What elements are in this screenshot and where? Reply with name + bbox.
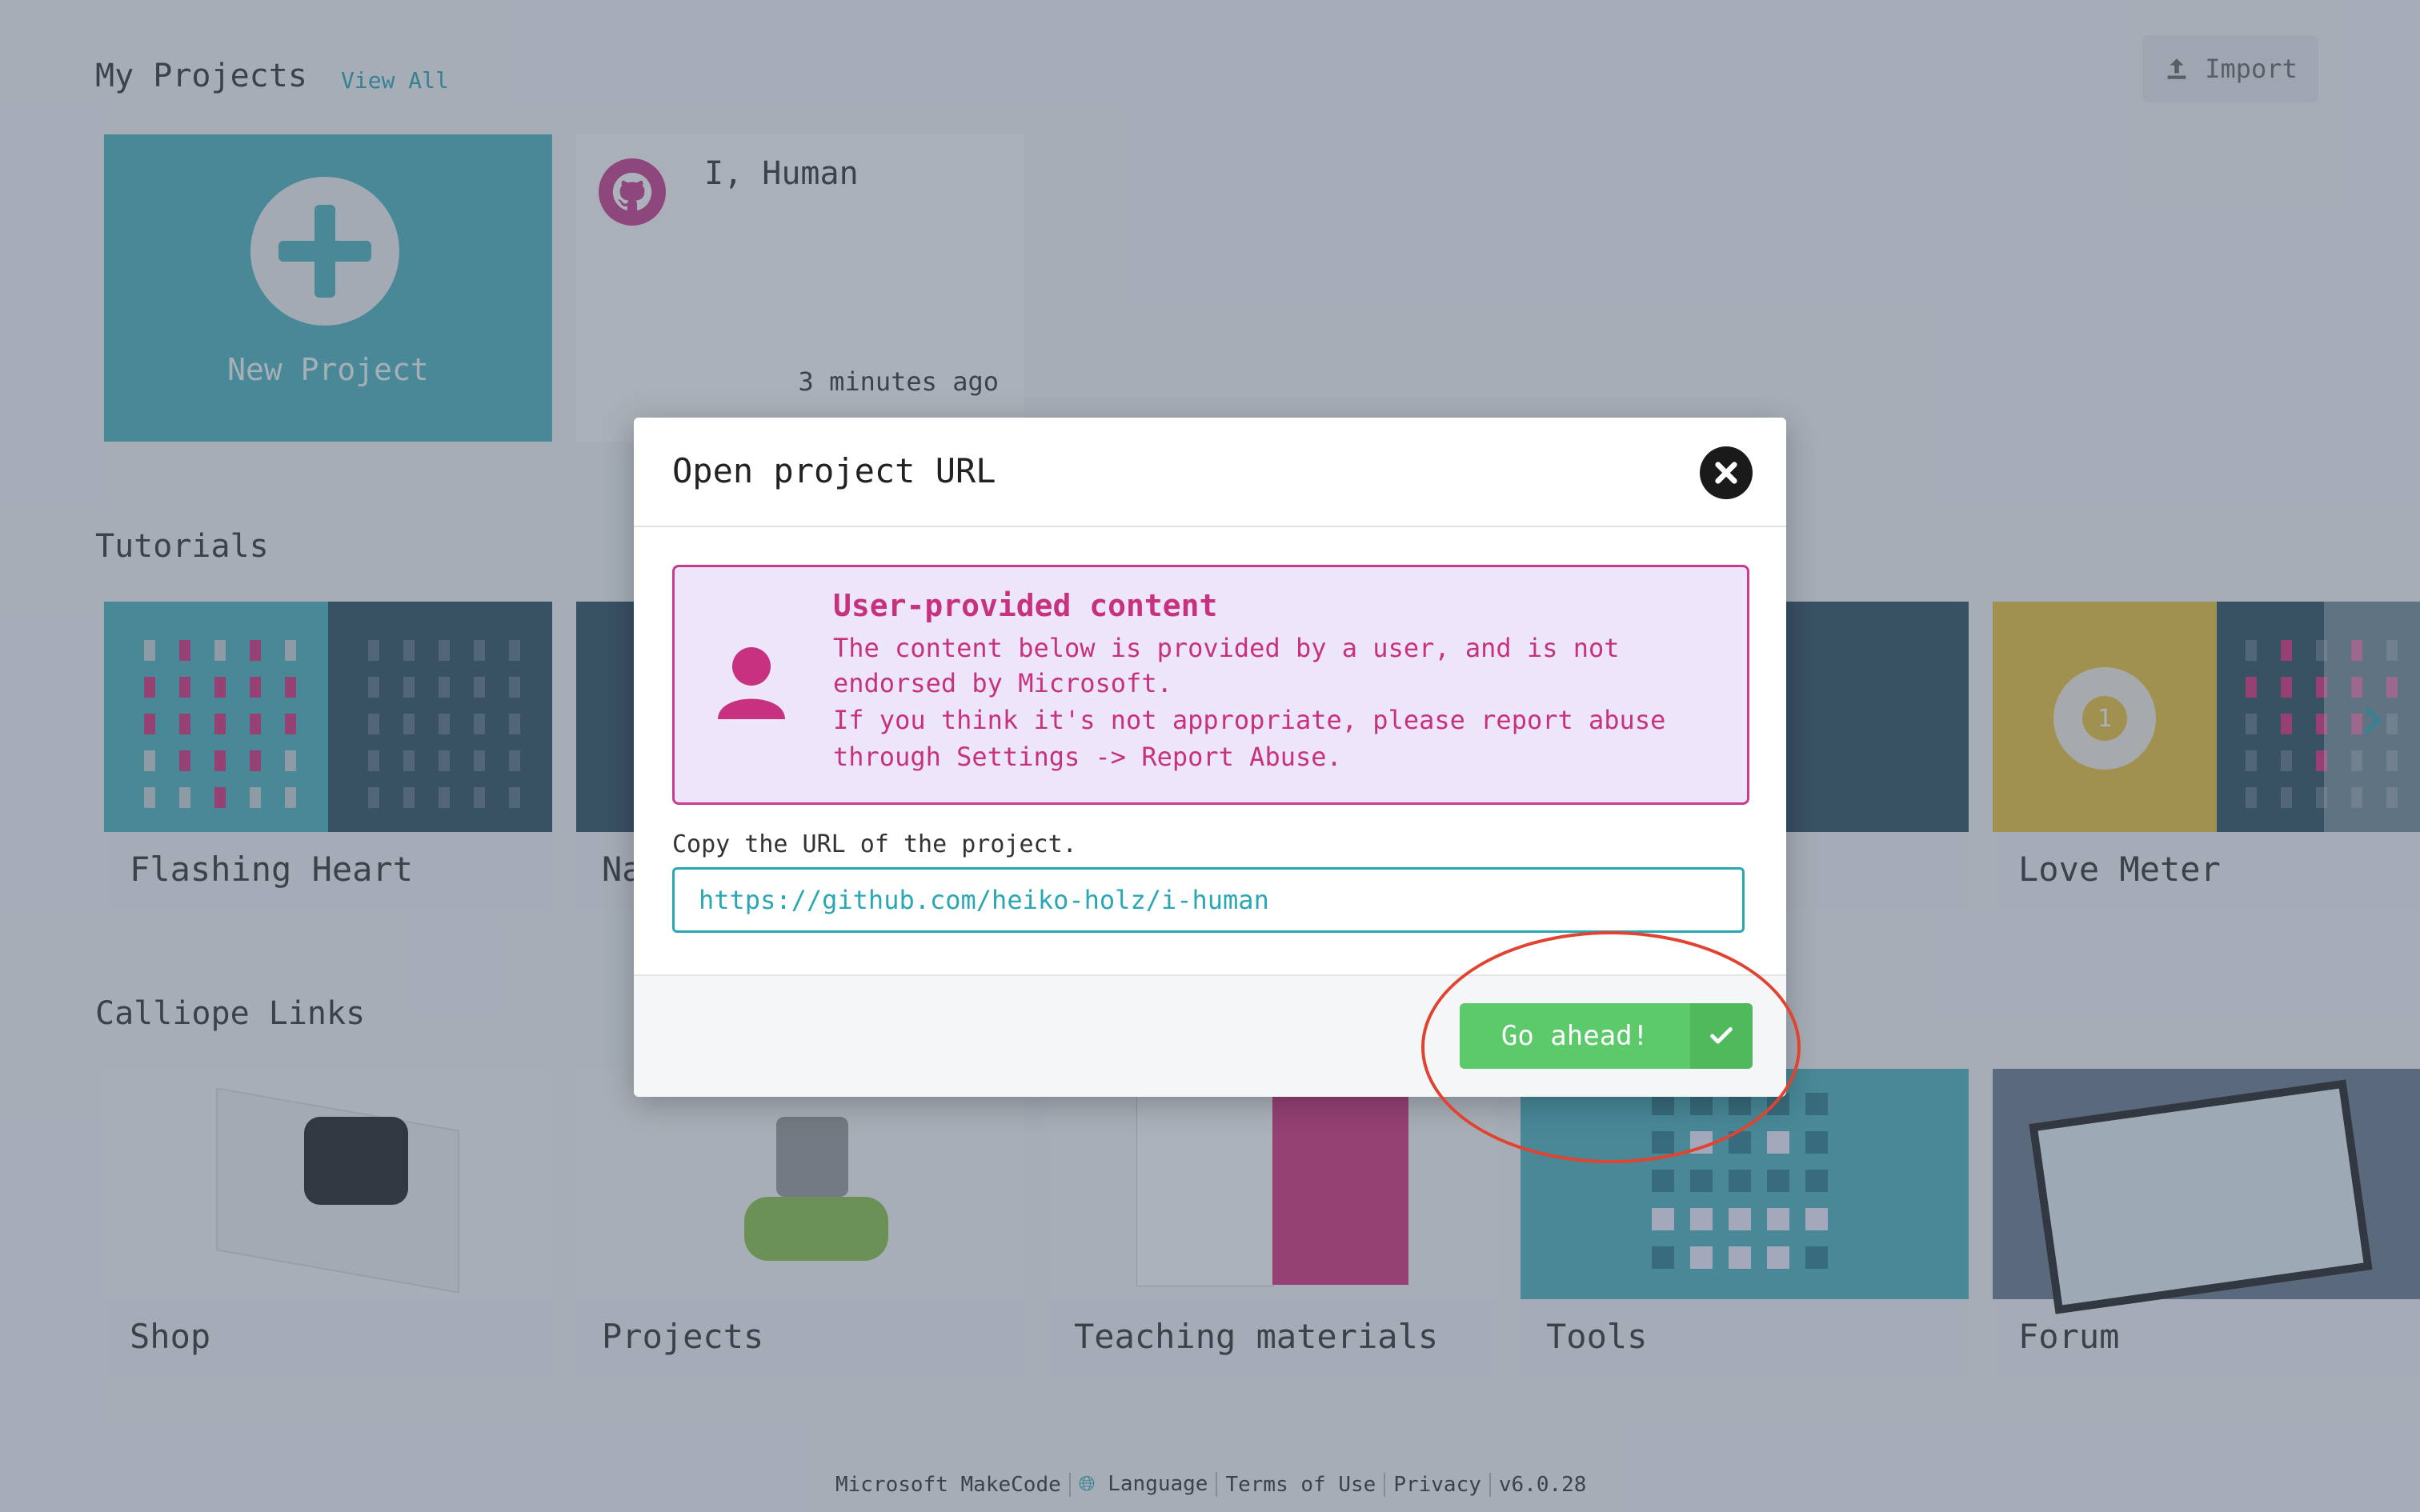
warning-line: endorsed by Microsoft. <box>833 668 1172 698</box>
annotation-circle <box>1421 931 1801 1163</box>
dialog-header: Open project URL <box>634 418 1786 527</box>
close-button[interactable] <box>1700 446 1753 499</box>
warning-line: The content below is provided by a user,… <box>833 633 1620 663</box>
dialog-title: Open project URL <box>672 451 996 490</box>
user-icon <box>718 647 785 719</box>
warning-title: User-provided content <box>833 588 1218 623</box>
warning-line: through Settings -> Report Abuse. <box>833 742 1342 772</box>
close-icon <box>1715 462 1737 484</box>
url-field-label: Copy the URL of the project. <box>672 830 1077 858</box>
warning-line: If you think it's not appropriate, pleas… <box>833 705 1666 735</box>
user-content-warning: User-provided content The content below … <box>672 565 1749 805</box>
project-url-input[interactable] <box>672 867 1745 933</box>
